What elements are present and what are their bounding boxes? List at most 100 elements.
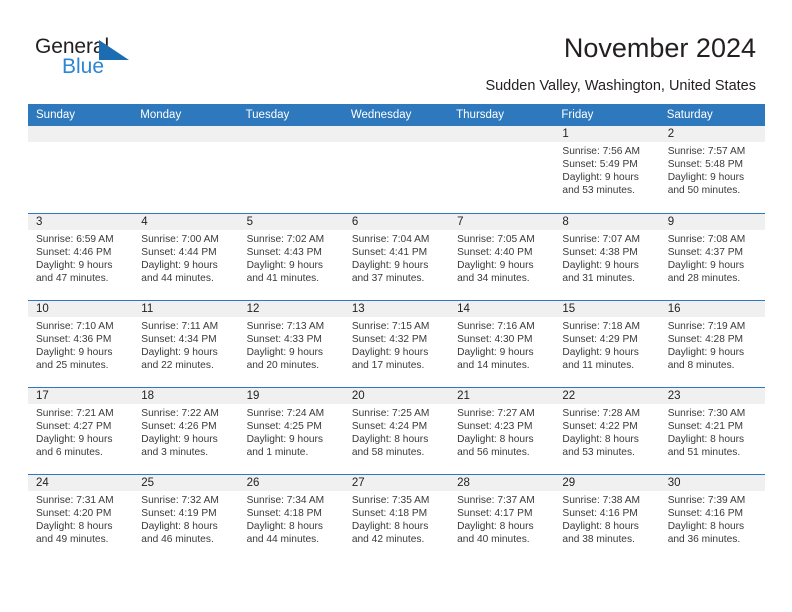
day-number: 16 — [659, 300, 765, 317]
day-sun-info: Sunrise: 7:37 AM Sunset: 4:17 PM Daylight:… — [449, 491, 554, 546]
day-number: 15 — [554, 300, 660, 317]
calendar-day-cell[interactable]: 8 Sunrise: 7:07 AM Sunset: 4:38 PM Daylight… — [554, 212, 660, 300]
calendar-day-cell[interactable]: 26 Sunrise: 7:34 AM Sunset: 4:18 PM Dayligh… — [238, 473, 344, 561]
calendar-day-cell[interactable]: 19 Sunrise: 7:24 AM Sunset: 4:25 PM Dayligh… — [238, 386, 344, 474]
daylight-text-line2: and 50 minutes. — [667, 185, 741, 197]
sunset-text: Sunset: 4:43 PM — [246, 246, 322, 258]
sunset-text: Sunset: 4:22 PM — [562, 420, 638, 432]
calendar-day-cell[interactable]: 10 Sunrise: 7:10 AM Sunset: 4:36 PM Dayligh… — [28, 299, 134, 387]
daylight-text-line1: Daylight: 9 hours — [351, 346, 429, 358]
sunset-text: Sunset: 5:49 PM — [562, 159, 638, 171]
calendar-day-cell[interactable]: 30 Sunrise: 7:39 AM Sunset: 4:16 PM Dayligh… — [659, 473, 765, 561]
day-sun-info: Sunrise: 7:04 AM Sunset: 4:41 PM Daylight:… — [344, 230, 449, 285]
sunrise-text: Sunrise: 7:19 AM — [667, 320, 746, 332]
sunset-text: Sunset: 4:34 PM — [141, 333, 217, 345]
daylight-text-line2: and 6 minutes. — [36, 446, 103, 458]
calendar-day-cell[interactable]: 6 Sunrise: 7:04 AM Sunset: 4:41 PM Daylight… — [343, 212, 450, 300]
daylight-text-line1: Daylight: 9 hours — [457, 259, 534, 271]
daylight-text-line1: Daylight: 9 hours — [36, 259, 113, 271]
daylight-text-line2: and 44 minutes. — [141, 272, 214, 284]
daylight-text-line2: and 38 minutes. — [562, 533, 635, 545]
calendar-day-cell[interactable]: 4 Sunrise: 7:00 AM Sunset: 4:44 PM Daylight… — [133, 212, 239, 300]
sunrise-text: Sunrise: 7:32 AM — [141, 494, 219, 506]
calendar-day-cell[interactable]: 17 Sunrise: 7:21 AM Sunset: 4:27 PM Dayligh… — [28, 386, 134, 474]
weekday-header-saturday: Saturday — [659, 104, 765, 126]
calendar-week-row: 3 Sunrise: 6:59 AM Sunset: 4:46 PM Daylight… — [28, 212, 765, 300]
calendar-day-cell[interactable]: 11 Sunrise: 7:11 AM Sunset: 4:34 PM Dayligh… — [133, 299, 239, 387]
daylight-text-line2: and 47 minutes. — [36, 272, 109, 284]
daylight-text-line2: and 14 minutes. — [457, 359, 530, 371]
day-sun-info: Sunrise: 7:13 AM Sunset: 4:33 PM Daylight:… — [239, 317, 344, 372]
daylight-text-line1: Daylight: 8 hours — [457, 520, 534, 532]
daylight-text-line2: and 36 minutes. — [667, 533, 741, 545]
calendar-day-cell[interactable]: 13 Sunrise: 7:15 AM Sunset: 4:32 PM Dayligh… — [343, 299, 450, 387]
sunrise-text: Sunrise: 7:27 AM — [457, 407, 535, 419]
daylight-text-line2: and 58 minutes. — [351, 446, 425, 458]
calendar-day-cell-empty — [449, 126, 555, 213]
calendar-day-cell[interactable]: 24 Sunrise: 7:31 AM Sunset: 4:20 PM Dayligh… — [28, 473, 134, 561]
calendar-day-cell[interactable]: 23 Sunrise: 7:30 AM Sunset: 4:21 PM Dayligh… — [659, 386, 765, 474]
sunrise-text: Sunrise: 7:39 AM — [667, 494, 746, 506]
daylight-text-line1: Daylight: 9 hours — [667, 172, 745, 184]
calendar-day-cell[interactable]: 25 Sunrise: 7:32 AM Sunset: 4:19 PM Dayligh… — [133, 473, 239, 561]
sunset-text: Sunset: 4:21 PM — [667, 420, 744, 432]
day-sun-info: Sunrise: 7:15 AM Sunset: 4:32 PM Daylight:… — [344, 317, 449, 372]
sunset-text: Sunset: 4:25 PM — [246, 420, 322, 432]
day-sun-info: Sunrise: 7:21 AM Sunset: 4:27 PM Daylight:… — [28, 404, 133, 459]
calendar-day-cell[interactable]: 18 Sunrise: 7:22 AM Sunset: 4:26 PM Dayligh… — [133, 386, 239, 474]
page-header: General Blue November 2024 Sudden Valley… — [0, 0, 792, 100]
calendar-day-cell[interactable]: 2 Sunrise: 7:57 AM Sunset: 5:48 PM Daylight… — [659, 126, 765, 213]
day-number: 10 — [28, 300, 134, 317]
calendar-day-cell-empty — [343, 126, 450, 213]
day-number: 30 — [659, 474, 765, 491]
calendar-day-cell[interactable]: 7 Sunrise: 7:05 AM Sunset: 4:40 PM Daylight… — [449, 212, 555, 300]
day-sun-info: Sunrise: 7:39 AM Sunset: 4:16 PM Daylight:… — [660, 491, 765, 546]
calendar-table: Sunday Monday Tuesday Wednesday Thursday… — [28, 104, 765, 561]
calendar-day-cell[interactable]: 12 Sunrise: 7:13 AM Sunset: 4:33 PM Dayligh… — [238, 299, 344, 387]
sunrise-text: Sunrise: 7:15 AM — [351, 320, 430, 332]
sunrise-text: Sunrise: 7:07 AM — [562, 233, 640, 245]
sunrise-text: Sunrise: 7:31 AM — [36, 494, 114, 506]
calendar-day-cell[interactable]: 5 Sunrise: 7:02 AM Sunset: 4:43 PM Daylight… — [238, 212, 344, 300]
daylight-text-line2: and 8 minutes. — [667, 359, 735, 371]
day-number: 26 — [238, 474, 344, 491]
daylight-text-line1: Daylight: 9 hours — [36, 346, 113, 358]
day-sun-info: Sunrise: 7:02 AM Sunset: 4:43 PM Daylight:… — [239, 230, 344, 285]
day-sun-info: Sunrise: 7:19 AM Sunset: 4:28 PM Daylight:… — [660, 317, 765, 372]
calendar-day-cell[interactable]: 1 Sunrise: 7:56 AM Sunset: 5:49 PM Daylight… — [554, 126, 660, 213]
sunrise-text: Sunrise: 7:35 AM — [351, 494, 430, 506]
calendar-day-cell[interactable]: 27 Sunrise: 7:35 AM Sunset: 4:18 PM Dayligh… — [343, 473, 450, 561]
weekday-header-sunday: Sunday — [28, 104, 134, 126]
sunrise-text: Sunrise: 7:18 AM — [562, 320, 640, 332]
daylight-text-line2: and 25 minutes. — [36, 359, 109, 371]
daylight-text-line2: and 17 minutes. — [351, 359, 425, 371]
calendar-day-cell[interactable]: 22 Sunrise: 7:28 AM Sunset: 4:22 PM Dayligh… — [554, 386, 660, 474]
daylight-text-line1: Daylight: 9 hours — [351, 259, 429, 271]
sunrise-text: Sunrise: 6:59 AM — [36, 233, 114, 245]
sunset-text: Sunset: 4:18 PM — [351, 507, 428, 519]
calendar-day-cell[interactable]: 21 Sunrise: 7:27 AM Sunset: 4:23 PM Dayligh… — [449, 386, 555, 474]
daylight-text-line2: and 11 minutes. — [562, 359, 635, 371]
day-sun-info: Sunrise: 7:05 AM Sunset: 4:40 PM Daylight:… — [449, 230, 554, 285]
daylight-text-line2: and 20 minutes. — [246, 359, 320, 371]
calendar-day-cell[interactable]: 14 Sunrise: 7:16 AM Sunset: 4:30 PM Dayligh… — [449, 299, 555, 387]
calendar-day-cell[interactable]: 20 Sunrise: 7:25 AM Sunset: 4:24 PM Dayligh… — [343, 386, 450, 474]
daylight-text-line1: Daylight: 8 hours — [36, 520, 113, 532]
calendar-day-cell[interactable]: 29 Sunrise: 7:38 AM Sunset: 4:16 PM Dayligh… — [554, 473, 660, 561]
day-sun-info: Sunrise: 7:22 AM Sunset: 4:26 PM Daylight:… — [133, 404, 238, 459]
calendar-day-cell[interactable]: 3 Sunrise: 6:59 AM Sunset: 4:46 PM Daylight… — [28, 212, 134, 300]
daylight-text-line1: Daylight: 8 hours — [351, 433, 429, 445]
calendar-day-cell[interactable]: 15 Sunrise: 7:18 AM Sunset: 4:29 PM Dayligh… — [554, 299, 660, 387]
day-sun-info: Sunrise: 7:35 AM Sunset: 4:18 PM Daylight:… — [344, 491, 449, 546]
daylight-text-line1: Daylight: 9 hours — [457, 346, 534, 358]
daylight-text-line2: and 46 minutes. — [141, 533, 214, 545]
day-number: 25 — [133, 474, 239, 491]
sunrise-text: Sunrise: 7:37 AM — [457, 494, 535, 506]
calendar-day-cell[interactable]: 9 Sunrise: 7:08 AM Sunset: 4:37 PM Daylight… — [659, 212, 765, 300]
calendar-day-cell[interactable]: 28 Sunrise: 7:37 AM Sunset: 4:17 PM Dayligh… — [449, 473, 555, 561]
calendar-day-cell-empty — [133, 126, 239, 213]
day-sun-info: Sunrise: 6:59 AM Sunset: 4:46 PM Daylight:… — [28, 230, 133, 285]
calendar-day-cell[interactable]: 16 Sunrise: 7:19 AM Sunset: 4:28 PM Dayligh… — [659, 299, 765, 387]
daylight-text-line1: Daylight: 8 hours — [667, 520, 745, 532]
day-sun-info: Sunrise: 7:31 AM Sunset: 4:20 PM Daylight:… — [28, 491, 133, 546]
